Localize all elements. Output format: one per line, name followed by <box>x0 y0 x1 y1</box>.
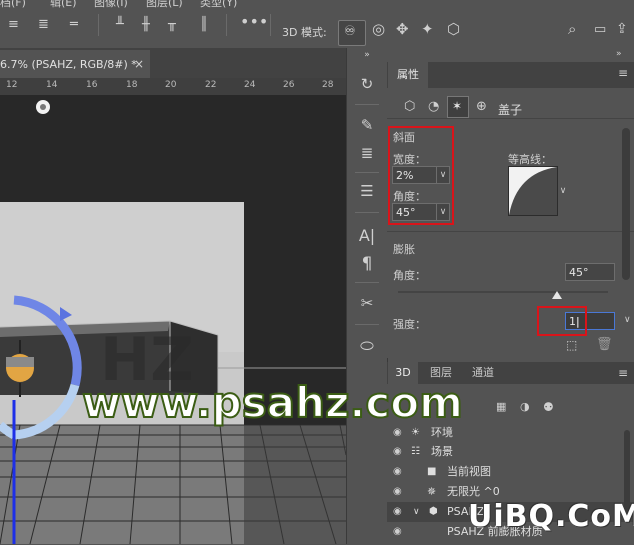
cap-tab-button[interactable]: ✶ <box>447 96 469 118</box>
horizontal-ruler: 12 14 16 18 20 22 24 26 28 <box>0 78 346 96</box>
align-bottom-icon[interactable]: ╥ <box>168 18 176 32</box>
close-tab-icon[interactable]: × <box>134 57 144 71</box>
visibility-eye-icon[interactable]: ◉ <box>393 442 402 462</box>
row-label: 场景 <box>431 445 453 458</box>
deform-tab-icon[interactable]: ◔ <box>428 99 439 114</box>
scene-3d: HZ <box>0 100 346 544</box>
pan-3d-icon[interactable]: ✥ <box>396 22 409 37</box>
menu-item-type[interactable]: 类型(Y) <box>200 0 237 10</box>
visibility-eye-icon[interactable]: ◉ <box>393 522 402 542</box>
inflate-angle-label: 角度： <box>393 269 426 282</box>
clone-source-icon[interactable]: ☰ <box>347 182 387 200</box>
ruler-tick: 22 <box>205 80 217 90</box>
character-icon[interactable]: A| <box>347 226 387 245</box>
render-icon[interactable]: ⬚ <box>566 338 577 352</box>
strength-label: 强度： <box>393 318 426 331</box>
mesh-icon: ⬢ <box>429 506 438 517</box>
highlight-box <box>537 306 587 336</box>
orbit-3d-button[interactable]: ♾ <box>338 20 366 46</box>
highlight-box <box>388 126 454 225</box>
visibility-eye-icon[interactable]: ◉ <box>393 462 402 482</box>
panel-menu-icon[interactable]: ≡ <box>618 366 628 380</box>
inflate-section-label: 膨胀 <box>393 243 415 256</box>
align-top-icon[interactable]: ╨ <box>116 18 124 32</box>
ruler-tick: 14 <box>46 80 58 90</box>
inflate-angle-value: 45° <box>569 266 589 279</box>
ruler-tick: 20 <box>165 80 177 90</box>
chevron-down-icon[interactable]: ∨ <box>413 502 420 522</box>
contour-preview[interactable] <box>508 166 558 216</box>
contour-label: 等高线： <box>508 153 552 166</box>
tab-channels[interactable]: 通道 <box>466 362 500 384</box>
menu-item-image[interactable]: 图像(I) <box>94 0 128 10</box>
document-tab[interactable]: 6.7% (PSAHZ, RGB/8#) * × <box>0 50 150 78</box>
align-right-icon[interactable]: ═ <box>70 18 78 32</box>
cap-tab-label: 盖子 <box>498 103 523 117</box>
menu-item-file[interactable]: 档(F) <box>0 0 26 10</box>
cap-tab-icon: ✶ <box>452 99 463 113</box>
libraries-icon[interactable]: ⬭ <box>347 336 387 356</box>
document-tab-title: 6.7% (PSAHZ, RGB/8#) * <box>0 58 137 71</box>
align-middle-icon[interactable]: ╫ <box>142 18 150 32</box>
mesh-tab-icon[interactable]: ⬡ <box>404 99 415 114</box>
ruler-tick: 12 <box>6 80 18 90</box>
filter-materials-icon[interactable]: ◑ <box>520 400 530 413</box>
properties-scrollbar[interactable] <box>622 128 630 280</box>
light-icon: ✵ <box>427 485 437 498</box>
mode-3d-label: 3D 模式: <box>282 26 327 39</box>
orbit-3d-icon: ♾ <box>344 24 356 39</box>
ruler-tick: 24 <box>244 80 256 90</box>
menu-item-layer[interactable]: 图层(L) <box>146 0 183 10</box>
collapsed-panels-column: » ↻ ✎ ≣ ☰ A| ¶ ✂ ⬭ <box>346 48 388 544</box>
workspace-icon[interactable]: ▭ <box>594 23 606 37</box>
search-icon[interactable]: ⌕ <box>568 22 576 37</box>
visibility-eye-icon[interactable]: ◉ <box>393 502 402 522</box>
brush-settings-icon[interactable]: ✎ <box>347 116 387 134</box>
inflate-angle-slider[interactable] <box>398 291 608 293</box>
list-item[interactable]: ◉ ☷ 场景 <box>387 442 634 462</box>
share-icon[interactable]: ⇪ <box>616 22 628 36</box>
site-watermark: www.psahz.com <box>81 377 464 428</box>
slider-thumb[interactable] <box>552 291 562 299</box>
collapse-panel-icon[interactable]: » <box>616 49 622 59</box>
align-left-icon[interactable]: ≡ <box>8 18 19 32</box>
tab-properties[interactable]: 属性 <box>388 62 428 88</box>
ruler-tick: 28 <box>322 80 334 90</box>
history-icon[interactable]: ↻ <box>347 75 387 93</box>
brand-watermark: UiBQ.CoM <box>468 499 634 534</box>
menu-item-edit[interactable]: 辑(E) <box>50 0 77 10</box>
scroll-down-icon[interactable]: ∨ <box>624 315 631 325</box>
visibility-eye-icon[interactable]: ◉ <box>393 482 402 502</box>
ruler-tick: 16 <box>86 80 98 90</box>
filter-meshes-icon[interactable]: ▦ <box>496 400 506 413</box>
collapse-arrows-icon[interactable]: » <box>347 50 387 60</box>
camera-icon: ■ <box>427 466 437 477</box>
coordinates-tab-icon[interactable]: ⊕ <box>476 99 487 114</box>
tools-icon[interactable]: ✂ <box>347 294 387 312</box>
align-center-icon[interactable]: ≣ <box>38 18 49 32</box>
scale-3d-icon[interactable]: ⬡ <box>447 22 460 37</box>
roll-3d-icon[interactable]: ◎ <box>372 22 385 37</box>
document-canvas[interactable]: HZ <box>0 95 346 544</box>
slide-3d-icon[interactable]: ✦ <box>421 22 434 37</box>
distribute-icon[interactable]: ║ <box>200 18 208 32</box>
row-label: 当前视图 <box>447 465 491 478</box>
scene-icon: ☷ <box>411 446 420 457</box>
options-toolbar: 档(F) 辑(E) 图像(I) 图层(L) 类型(Y) ≡ ≣ ═ ╨ ╫ ╥ … <box>0 0 634 49</box>
inflate-angle-field[interactable]: 45° <box>565 263 615 281</box>
ruler-tick: 26 <box>283 80 295 90</box>
trash-icon[interactable]: 🗑 <box>596 337 613 352</box>
more-icon[interactable]: ••• <box>240 14 268 30</box>
filter-lights-icon[interactable]: ⚉ <box>543 400 554 414</box>
list-item[interactable]: ◉ ■ 当前视图 <box>387 462 634 482</box>
panel-menu-icon[interactable]: ≡ <box>618 66 628 80</box>
paragraph-icon[interactable]: ¶ <box>347 254 387 274</box>
chevron-down-icon[interactable]: ∨ <box>557 182 569 200</box>
ruler-tick: 18 <box>126 80 138 90</box>
adjustments-icon[interactable]: ≣ <box>347 144 387 162</box>
